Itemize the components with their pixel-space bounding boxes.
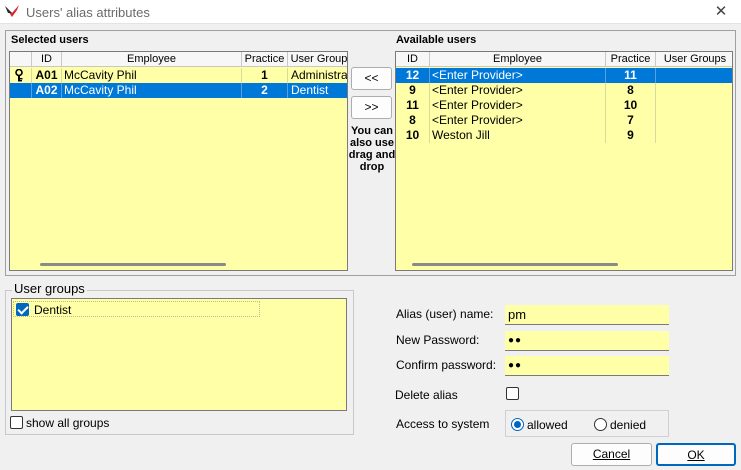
allowed-label: allowed [527,418,568,432]
access-label: Access to system [396,417,490,431]
cell-employee: McCavity Phil [62,68,242,83]
table-row[interactable]: A02 McCavity Phil 2 Dentist [10,83,347,98]
checkbox[interactable] [16,303,29,316]
column-header-practice[interactable]: Practice [242,52,288,67]
column-header-user-group[interactable]: User Group [288,52,347,67]
cell-id: 10 [396,128,430,143]
column-header-id[interactable]: ID [32,52,62,67]
grid-header: ID Employee Practice User Groups [396,52,732,67]
grid-header: ID Employee Practice User Group [10,52,347,67]
window-title: Users' alias attributes [26,5,150,20]
cell-user-groups [656,68,732,83]
cell-id: 11 [396,98,430,113]
confirm-password-input[interactable]: ●● [505,356,669,376]
close-icon[interactable]: ✕ [707,2,735,22]
alias-label: Alias (user) name: [396,307,494,321]
delete-alias-label: Delete alias [395,388,458,402]
cell-practice: 10 [606,98,656,113]
cell-employee: <Enter Provider> [430,68,606,83]
cell-id: 12 [396,68,430,83]
cell-practice: 11 [606,68,656,83]
cell-user-groups [656,83,732,98]
delete-alias-checkbox[interactable] [506,387,519,400]
title-bar: Users' alias attributes ✕ [0,0,741,24]
denied-radio[interactable] [594,418,607,431]
cell-id: 9 [396,83,430,98]
table-row[interactable]: A01 McCavity Phil 1 Administrat [10,68,347,83]
cell-practice: 9 [606,128,656,143]
available-users-title: Available users [396,34,477,46]
column-header-employee[interactable]: Employee [62,52,242,67]
alias-input[interactable]: pm [505,305,669,325]
cell-id: 8 [396,113,430,128]
cell-id: A02 [32,83,62,98]
app-logo-icon [5,5,19,17]
cell-employee: McCavity Phil [62,83,242,98]
cell-user-groups [656,98,732,113]
horizontal-scrollbar[interactable] [412,263,618,266]
column-header-id[interactable]: ID [396,52,430,67]
ok-button[interactable]: OK [656,443,736,466]
table-row[interactable]: 8 <Enter Provider> 7 [396,113,732,128]
cell-user-groups [656,113,732,128]
cell-user-group: Administrat [291,68,348,82]
cell-practice: 7 [606,113,656,128]
available-users-grid[interactable]: ID Employee Practice User Groups 12 <Ent… [395,51,733,271]
cell-practice: 1 [242,68,288,83]
table-row[interactable]: 11 <Enter Provider> 10 [396,98,732,113]
user-group-label: Dentist [34,303,72,317]
table-row[interactable]: 12 <Enter Provider> 11 [396,68,732,83]
table-row[interactable]: 9 <Enter Provider> 8 [396,83,732,98]
cell-employee: <Enter Provider> [430,113,606,128]
key-icon [10,68,32,83]
column-header-employee[interactable]: Employee [430,52,606,67]
column-header-user-groups[interactable]: User Groups [656,52,732,67]
confirm-password-label: Confirm password: [396,358,497,372]
cell-user-groups [656,128,732,143]
move-right-button[interactable]: >> [351,96,392,119]
cell-employee: <Enter Provider> [430,83,606,98]
show-all-groups-checkbox[interactable] [10,416,23,429]
cell-employee: Weston Jill [430,128,606,143]
list-item[interactable]: Dentist [13,301,260,317]
cell-practice: 8 [606,83,656,98]
selected-users-grid[interactable]: ID Employee Practice User Group A01 McCa… [9,51,348,271]
cell-practice: 2 [242,83,288,98]
selected-users-title: Selected users [11,34,89,46]
show-all-groups-label: show all groups [26,416,110,430]
horizontal-scrollbar[interactable] [40,263,226,266]
denied-label: denied [610,418,647,432]
new-password-label: New Password: [396,333,480,347]
cell-id: A01 [32,68,62,83]
user-groups-list[interactable]: Dentist [11,298,347,411]
cell-employee: <Enter Provider> [430,98,606,113]
drag-drop-hint: You can also use drag and drop [348,125,396,173]
move-left-button[interactable]: << [351,67,392,90]
new-password-input[interactable]: ●● [505,331,669,351]
allowed-radio[interactable] [511,418,524,431]
cancel-button[interactable]: Cancel [571,443,652,466]
table-row[interactable]: 10 Weston Jill 9 [396,128,732,143]
column-header-practice[interactable]: Practice [606,52,656,67]
access-radio-group: allowed denied [505,410,669,437]
cell-user-group: Dentist [291,83,329,97]
user-groups-title: User groups [12,281,87,296]
